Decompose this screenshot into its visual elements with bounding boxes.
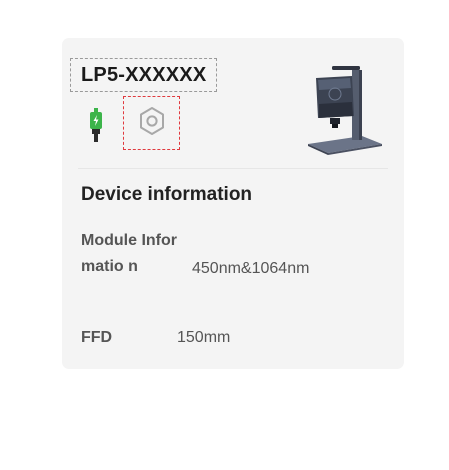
module-information-value: 450nm&1064nm	[192, 260, 310, 277]
usb-icon	[88, 108, 104, 142]
divider	[78, 168, 388, 169]
ffd-value: 150mm	[177, 329, 231, 346]
laser-engraver-device-image	[302, 64, 386, 156]
ffd-label: FFD	[81, 329, 113, 346]
device-name[interactable]: LP5-XXXXXX	[70, 58, 218, 92]
module-information-label: Module Informatio n	[81, 232, 177, 275]
settings-button[interactable]	[123, 96, 180, 150]
gear-icon	[136, 105, 168, 142]
device-card: LP5-XXXXXX Device information Module Inf…	[62, 38, 404, 369]
section-title: Device information	[81, 184, 253, 205]
